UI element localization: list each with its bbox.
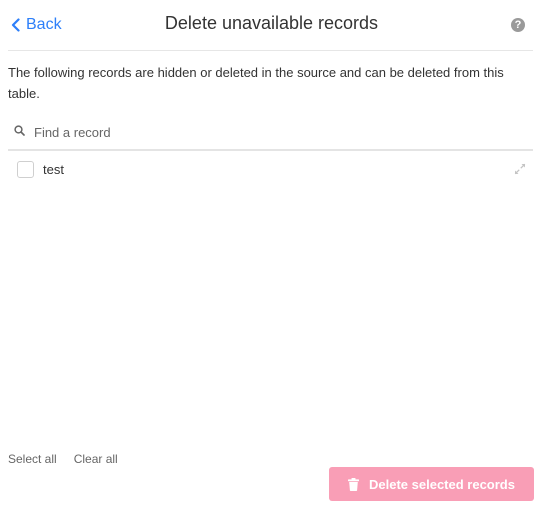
delete-unavailable-records-dialog: Back Delete unavailable records ? The fo… bbox=[0, 0, 543, 507]
delete-selected-records-button[interactable]: Delete selected records bbox=[329, 467, 534, 501]
select-all-link[interactable]: Select all bbox=[8, 452, 57, 468]
header: Back Delete unavailable records ? bbox=[0, 0, 543, 50]
page-title: Delete unavailable records bbox=[164, 13, 379, 33]
search-input[interactable] bbox=[8, 117, 533, 147]
trash-icon bbox=[348, 477, 360, 491]
header-divider bbox=[8, 50, 533, 51]
expand-arrows-icon[interactable] bbox=[514, 163, 526, 175]
list-item[interactable]: test bbox=[8, 156, 533, 184]
question-circle-icon[interactable]: ? bbox=[511, 18, 525, 32]
clear-all-link[interactable]: Clear all bbox=[74, 452, 118, 468]
search-bar bbox=[8, 117, 533, 150]
record-name: test bbox=[43, 162, 64, 177]
search-divider bbox=[8, 149, 533, 151]
record-checkbox[interactable] bbox=[17, 161, 34, 178]
description-text: The following records are hidden or dele… bbox=[8, 65, 504, 101]
selection-links: Select all Clear all bbox=[8, 452, 118, 468]
delete-button-label: Delete selected records bbox=[369, 476, 515, 492]
